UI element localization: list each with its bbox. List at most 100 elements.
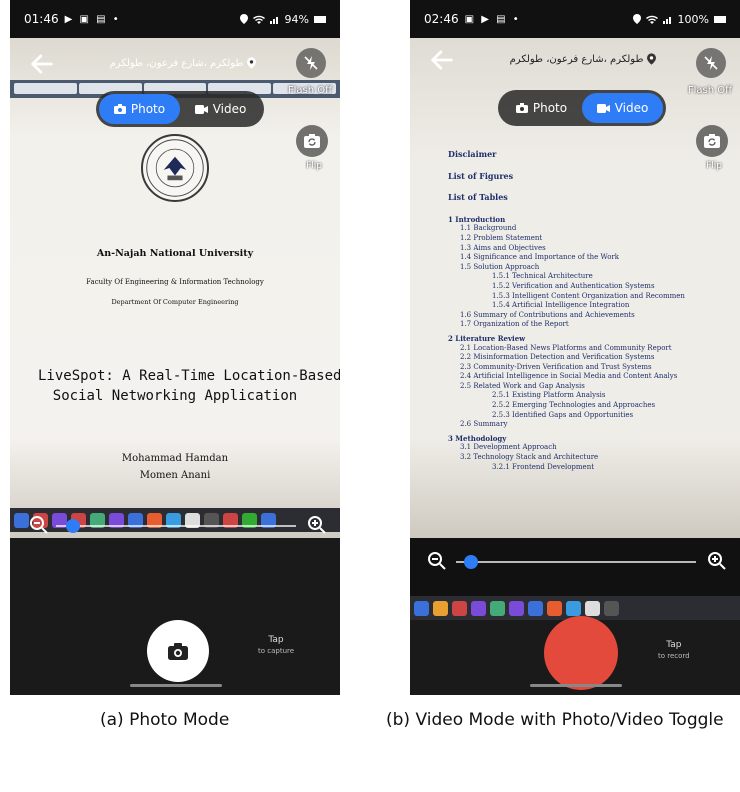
toc-entry: 2.4 Artificial Intelligence in Social Me… bbox=[460, 372, 678, 381]
zoom-slider-knob[interactable] bbox=[464, 555, 478, 569]
toc-entry: 2.6 Summary bbox=[460, 420, 508, 429]
zoom-out-icon[interactable] bbox=[28, 514, 50, 536]
back-arrow-icon[interactable] bbox=[28, 50, 56, 78]
status-time: 01:46 bbox=[24, 12, 59, 26]
location-text: طولكرم ،شارع فرعون، طولكرم bbox=[109, 57, 244, 69]
back-arrow-icon[interactable] bbox=[428, 46, 456, 74]
toc-entry: 1.5.2 Verification and Authentication Sy… bbox=[492, 281, 655, 290]
toc-entry: 1.6 Summary of Contributions and Achieve… bbox=[460, 310, 635, 319]
map-pin-icon bbox=[247, 57, 257, 69]
photo-mode-screen: 01:46 ▶ ▣ ▤ • 94% طولكرم ،شارع فرعون، طو… bbox=[10, 0, 340, 695]
signal-icon bbox=[269, 16, 278, 24]
toc-entry: 2.5.1 Existing Platform Analysis bbox=[492, 391, 606, 400]
video-mode-screen: 02:46 ▣ ▶ ▤ • 100% طولكرم ،شارع فرعون، ط… bbox=[410, 0, 740, 695]
zoom-slider-track[interactable] bbox=[56, 525, 296, 527]
camera-viewfinder[interactable]: طولكرم ،شارع فرعون، طولكرم Flash Off Pho… bbox=[10, 38, 340, 538]
zoom-slider-knob[interactable] bbox=[66, 519, 80, 533]
project-title-line1: LiveSpot: A Real-Time Location-Based bbox=[38, 368, 340, 384]
flip-label: Flip bbox=[306, 161, 322, 171]
status-time: 02:46 bbox=[424, 12, 459, 26]
video-mode-label: Video bbox=[212, 102, 247, 116]
toc-entry: 2.3 Community-Driven Verification and Tr… bbox=[460, 362, 652, 371]
toc-entry: 3.2.1 Frontend Development bbox=[492, 462, 595, 471]
photo-mode-button[interactable]: Photo bbox=[501, 93, 582, 123]
notification-icons: ▶ ▣ ▤ • bbox=[64, 13, 121, 25]
status-bar: 02:46 ▣ ▶ ▤ • 100% bbox=[410, 0, 740, 38]
status-bar: 01:46 ▶ ▣ ▤ • 94% bbox=[10, 0, 340, 38]
zoom-slider-track[interactable] bbox=[456, 561, 696, 563]
location-status-icon bbox=[632, 14, 641, 24]
toc-entry: 3.2 Technology Stack and Architecture bbox=[460, 453, 599, 462]
flip-camera-icon bbox=[704, 134, 720, 148]
wifi-icon bbox=[252, 15, 265, 24]
location-status-icon bbox=[239, 14, 248, 24]
toc-entry: 1.2 Problem Statement bbox=[460, 233, 543, 242]
notification-icons: ▣ ▶ ▤ • bbox=[464, 13, 521, 25]
university-name: An-Najah National University bbox=[96, 248, 254, 259]
video-mode-button[interactable]: Video bbox=[180, 94, 261, 124]
flip-camera-icon bbox=[304, 134, 320, 148]
department-name: Department Of Computer Engineering bbox=[111, 298, 239, 306]
flash-toggle-button[interactable] bbox=[696, 48, 726, 78]
toc-entry: 2.5 Related Work and Gap Analysis bbox=[460, 381, 585, 390]
video-camera-icon bbox=[596, 103, 610, 113]
zoom-in-icon[interactable] bbox=[306, 514, 328, 536]
toc-chapter: 2 Literature Review bbox=[448, 333, 526, 343]
university-seal-logo bbox=[141, 134, 209, 202]
author-name: Mohammad Hamdan bbox=[121, 453, 229, 464]
video-camera-icon bbox=[194, 104, 208, 114]
battery-percent: 94% bbox=[284, 12, 309, 26]
toc-entry: 2.5.2 Emerging Technologies and Approach… bbox=[492, 401, 656, 410]
zoom-control[interactable] bbox=[410, 546, 740, 576]
photo-mode-label: Photo bbox=[130, 102, 166, 116]
toc-entry: 1.5.4 Artificial Intelligence Integratio… bbox=[492, 301, 630, 310]
photo-video-toggle[interactable]: Photo Video bbox=[498, 90, 666, 126]
signal-icon bbox=[662, 16, 671, 24]
camera-icon bbox=[168, 642, 188, 660]
photo-mode-button[interactable]: Photo bbox=[99, 94, 180, 124]
capture-button[interactable] bbox=[147, 620, 209, 682]
record-button[interactable] bbox=[544, 616, 618, 690]
toc-chapter: 1 Introduction bbox=[448, 214, 506, 224]
toc-entry: 1.7 Organization of the Report bbox=[460, 320, 569, 329]
video-mode-label: Video bbox=[614, 101, 649, 115]
toc-entry: 2.2 Misinformation Detection and Verific… bbox=[460, 353, 655, 362]
flash-label: Flash Off bbox=[687, 85, 732, 96]
faculty-name: Faculty Of Engineering & Information Tec… bbox=[86, 278, 264, 286]
toc-entry: 1.1 Background bbox=[460, 224, 517, 233]
flash-off-icon bbox=[304, 56, 318, 70]
camera-icon bbox=[113, 104, 126, 114]
tap-hint-main: Tap bbox=[268, 635, 284, 645]
toc-entry: 1.4 Significance and Importance of the W… bbox=[460, 253, 620, 262]
toc-entry: 1.3 Aims and Objectives bbox=[460, 243, 546, 252]
zoom-control[interactable] bbox=[10, 510, 340, 538]
flash-toggle-button[interactable] bbox=[296, 48, 326, 78]
figure-caption: (a) Photo Mode bbox=[100, 710, 230, 730]
map-pin-icon bbox=[647, 53, 657, 65]
project-title-line2: Social Networking Application bbox=[52, 388, 298, 404]
wifi-icon bbox=[645, 15, 658, 24]
photo-mode-label: Photo bbox=[532, 101, 568, 115]
toc-entry: Disclaimer bbox=[448, 149, 497, 159]
capture-controls: Tap to capture bbox=[10, 538, 340, 695]
video-mode-button[interactable]: Video bbox=[582, 93, 663, 123]
flash-off-icon bbox=[704, 56, 718, 70]
location-label: طولكرم ،شارع فرعون، طولكرم bbox=[494, 48, 672, 70]
battery-icon bbox=[314, 15, 326, 23]
zoom-out-icon[interactable] bbox=[426, 550, 448, 572]
battery-percent: 100% bbox=[677, 12, 709, 26]
figure-caption: (b) Video Mode with Photo/Video Toggle bbox=[386, 710, 724, 730]
home-indicator[interactable] bbox=[130, 684, 222, 687]
photo-video-toggle[interactable]: Photo Video bbox=[96, 91, 264, 127]
camera-viewfinder[interactable]: طولكرم ،شارع فرعون، طولكرم Flash Off Pho… bbox=[410, 38, 740, 538]
toc-entry: 1.5.1 Technical Architecture bbox=[492, 272, 593, 281]
toc-entry: 3.1 Development Approach bbox=[460, 443, 557, 452]
toc-entry: 2.1 Location-Based News Platforms and Co… bbox=[460, 343, 672, 352]
home-indicator[interactable] bbox=[530, 684, 622, 687]
flip-camera-button[interactable] bbox=[296, 125, 328, 157]
toc-entry: 2.5.3 Identified Gaps and Opportunities bbox=[492, 410, 634, 419]
location-label: طولكرم ،شارع فرعون، طولكرم bbox=[94, 52, 272, 74]
zoom-in-icon[interactable] bbox=[706, 550, 728, 572]
battery-icon bbox=[714, 15, 726, 23]
flash-label: Flash Off bbox=[287, 85, 332, 96]
